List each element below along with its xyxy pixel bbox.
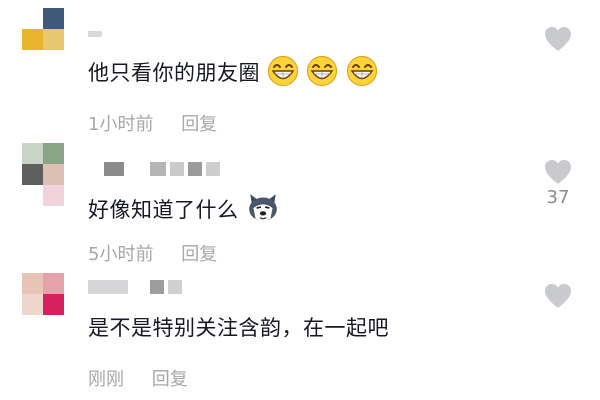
reply-button[interactable]: 回复 <box>181 244 217 265</box>
husky-emoji-icon <box>248 194 277 221</box>
comment-text: 好像知道了什么 <box>88 190 280 225</box>
comment-item: 是不是特别关注含韵，在一起吧 刚刚 回复 <box>0 265 600 400</box>
avatar-extension <box>43 185 64 206</box>
comment-text-content: 是不是特别关注含韵，在一起吧 <box>88 316 389 340</box>
avatar[interactable] <box>22 8 64 50</box>
like-button[interactable] <box>538 26 578 54</box>
comment-text-content: 好像知道了什么 <box>88 198 239 222</box>
comment-text-content: 他只看你的朋友圈 <box>88 61 260 85</box>
grin-emoji-icon <box>307 55 338 87</box>
comment-item: 好像知道了什么 5小时前 回复 37 <box>0 135 600 265</box>
grin-emoji-icon <box>268 55 299 87</box>
avatar[interactable] <box>22 273 64 315</box>
comment-meta: 1小时前 回复 <box>88 110 217 136</box>
comment-meta: 刚刚 回复 <box>88 365 188 391</box>
comment-text: 他只看你的朋友圈 <box>88 55 378 88</box>
reply-button[interactable]: 回复 <box>152 369 188 390</box>
comment-item: 他只看你的朋友圈 1小时前 回复 <box>0 0 600 135</box>
comment-meta: 5小时前 回复 <box>88 240 217 266</box>
comment-time: 1小时前 <box>88 114 154 135</box>
avatar[interactable] <box>22 143 64 185</box>
grin-emoji-icon <box>346 55 377 87</box>
heart-icon <box>545 160 571 184</box>
like-button[interactable] <box>538 283 578 311</box>
comment-time: 刚刚 <box>88 369 124 390</box>
comment-text: 是不是特别关注含韵，在一起吧 <box>88 313 389 343</box>
like-button[interactable]: 37 <box>538 159 578 208</box>
comment-time: 5小时前 <box>88 244 154 265</box>
username-blurred[interactable] <box>88 277 182 297</box>
like-count: 37 <box>546 187 570 208</box>
reply-button[interactable]: 回复 <box>181 114 217 135</box>
heart-icon <box>545 284 571 308</box>
heart-icon <box>545 27 571 51</box>
username-blurred[interactable] <box>88 24 102 44</box>
username-blurred[interactable] <box>104 159 220 179</box>
